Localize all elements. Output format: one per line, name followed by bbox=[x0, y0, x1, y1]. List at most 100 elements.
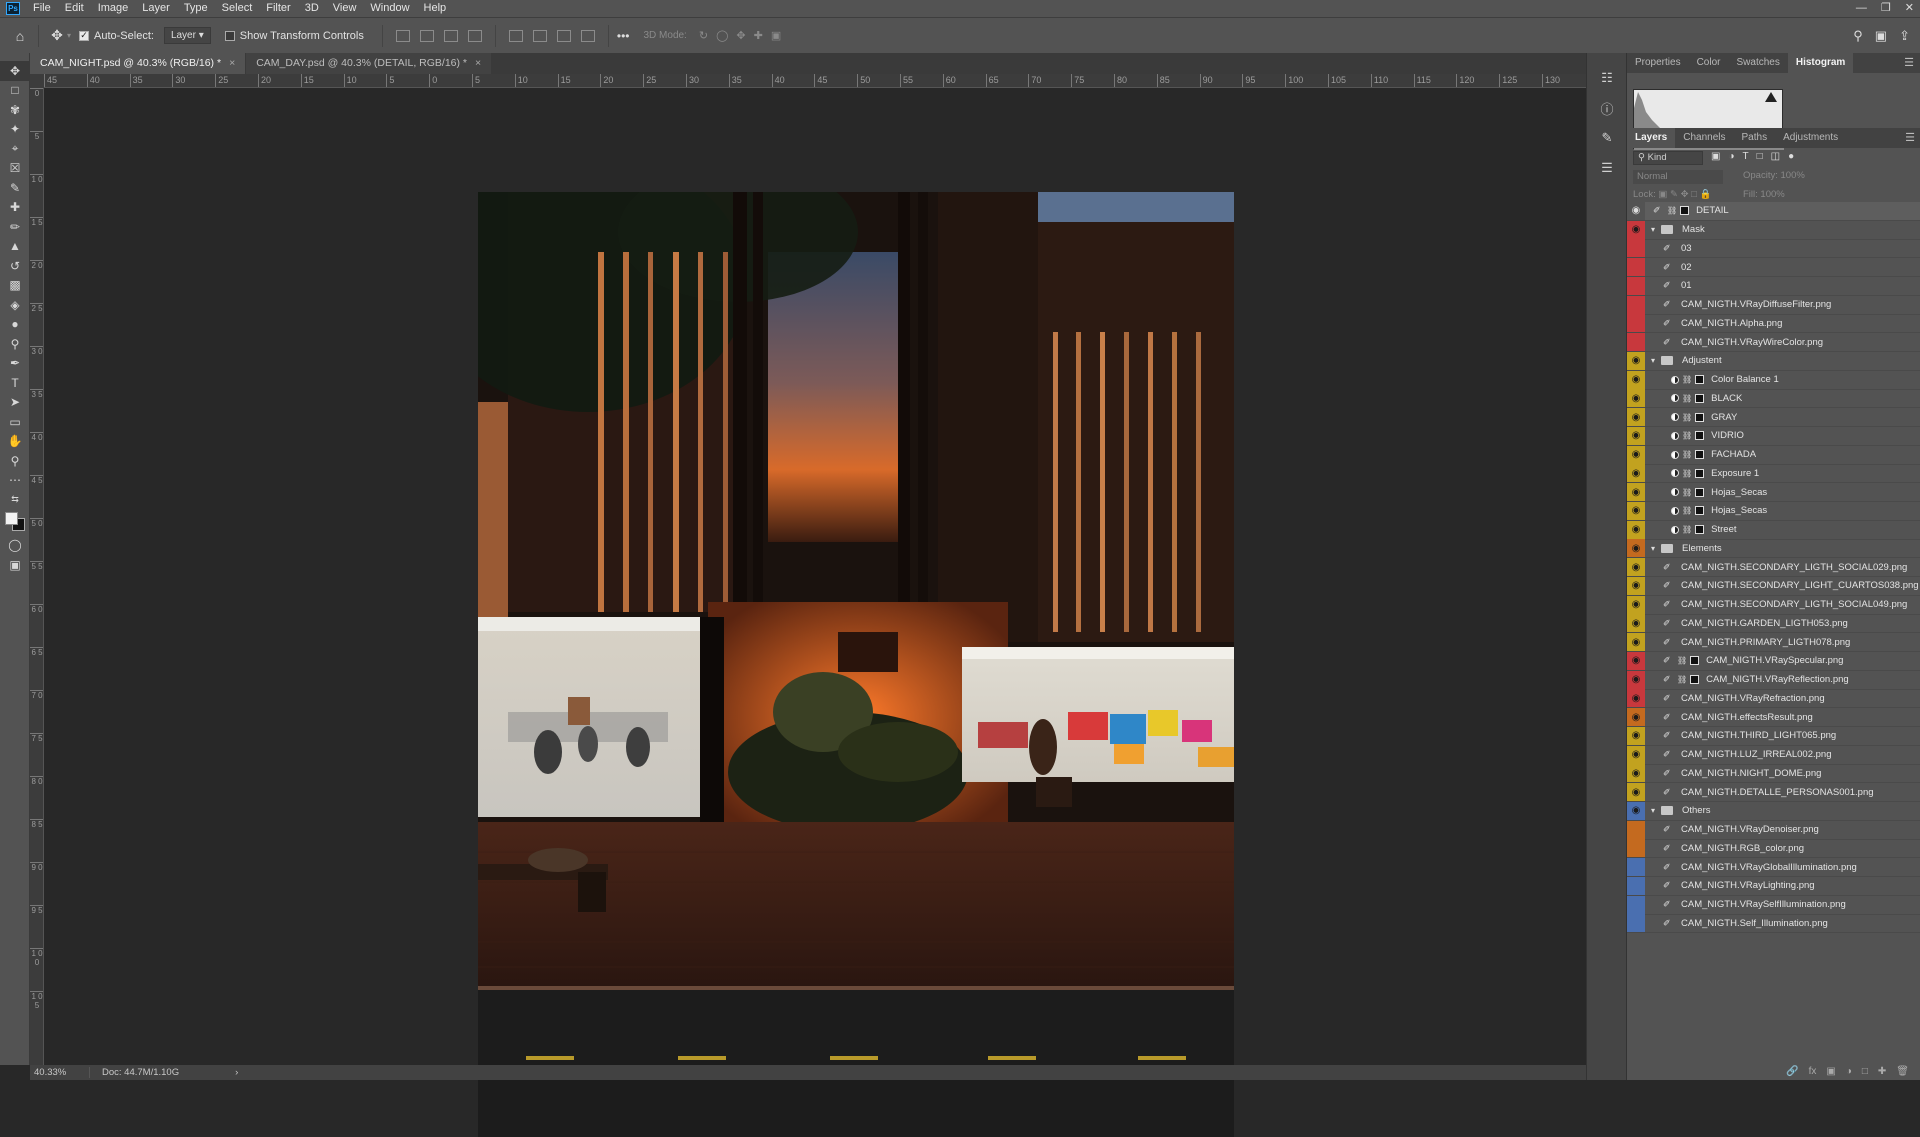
delete-layer-icon[interactable]: 🗑 bbox=[1896, 1066, 1909, 1077]
layer-row[interactable]: ✐ CAM_NIGTH.Alpha.png bbox=[1627, 314, 1920, 334]
eye-visible-icon[interactable]: ◉ bbox=[1627, 370, 1645, 389]
layer-group-row[interactable]: ◉ ▾ Elements bbox=[1627, 539, 1920, 559]
zoom-level[interactable]: 40.33% bbox=[30, 1067, 90, 1078]
magic-wand-icon[interactable]: ✦ bbox=[0, 120, 30, 140]
tab-histogram[interactable]: Histogram bbox=[1787, 53, 1854, 73]
show-transform-checkbox[interactable]: Show Transform Controls bbox=[224, 30, 364, 42]
eye-hidden-icon[interactable] bbox=[1627, 876, 1645, 895]
eye-visible-icon[interactable]: ◉ bbox=[1627, 670, 1645, 689]
quick-mask-icon[interactable]: ◯ bbox=[0, 536, 30, 556]
layer-row[interactable]: ◉ ⛓ Exposure 1 bbox=[1627, 464, 1920, 484]
layer-row[interactable]: ✐ CAM_NIGTH.VRayWireColor.png bbox=[1627, 333, 1920, 352]
canvas-area[interactable] bbox=[44, 88, 1586, 1137]
tab-swatches[interactable]: Swatches bbox=[1728, 53, 1787, 73]
type-filter-icon[interactable]: T bbox=[1743, 151, 1749, 162]
panel-menu-icon[interactable]: ☰ bbox=[1899, 128, 1920, 148]
history-brush-icon[interactable]: ↺ bbox=[0, 256, 30, 276]
chevron-down-icon[interactable]: ▾ bbox=[1651, 806, 1661, 815]
history-panel-icon[interactable]: ☷ bbox=[1587, 63, 1627, 93]
layer-mask-icon[interactable] bbox=[1695, 525, 1705, 535]
eye-visible-icon[interactable]: ◉ bbox=[1627, 633, 1645, 652]
restore-icon[interactable]: ❐ bbox=[1881, 0, 1891, 17]
3d-scale-icon[interactable]: ▣ bbox=[771, 29, 781, 42]
align-top-icon[interactable] bbox=[508, 29, 523, 42]
close-icon[interactable]: ✕ bbox=[1905, 0, 1914, 17]
share-icon[interactable]: ⇪ bbox=[1899, 28, 1910, 44]
eye-visible-icon[interactable]: ◉ bbox=[1627, 708, 1645, 727]
tab-color[interactable]: Color bbox=[1689, 53, 1729, 73]
path-select-icon[interactable]: ➤ bbox=[0, 393, 30, 413]
ruler-corner[interactable] bbox=[30, 74, 44, 88]
menu-view[interactable]: View bbox=[326, 0, 364, 17]
status-menu-icon[interactable]: › bbox=[235, 1067, 238, 1078]
layer-row[interactable]: ✐ CAM_NIGTH.VRayGlobalIllumination.png bbox=[1627, 858, 1920, 877]
brush-settings-icon[interactable]: ✎ bbox=[1587, 123, 1627, 153]
3d-roll-icon[interactable]: ◯ bbox=[716, 29, 728, 42]
layer-row[interactable]: ✐ 01 bbox=[1627, 276, 1920, 296]
shape-tool-icon[interactable]: ▭ bbox=[0, 412, 30, 432]
align-left-icon[interactable] bbox=[395, 29, 410, 42]
layer-row[interactable]: ✐ CAM_NIGTH.VRayDiffuseFilter.png bbox=[1627, 295, 1920, 315]
add-mask-icon[interactable]: ▣ bbox=[1826, 1066, 1835, 1077]
fill-control[interactable]: Fill: 100% bbox=[1743, 189, 1785, 200]
shape-filter-icon[interactable]: □ bbox=[1757, 151, 1763, 162]
layer-group-row[interactable]: ◉ ▾ Mask bbox=[1627, 220, 1920, 240]
eyedropper-icon[interactable]: ✎ bbox=[0, 178, 30, 198]
frame-tool-icon[interactable]: ☒ bbox=[0, 159, 30, 179]
eye-hidden-icon[interactable] bbox=[1627, 895, 1645, 914]
move-tool-icon[interactable]: ✥ bbox=[47, 26, 67, 46]
chain-link-icon[interactable]: ⛓ bbox=[1682, 525, 1692, 534]
eye-visible-icon[interactable]: ◉ bbox=[1627, 201, 1645, 220]
eye-hidden-icon[interactable] bbox=[1627, 820, 1645, 839]
chevron-down-icon[interactable]: ▾ bbox=[1651, 225, 1661, 234]
chain-link-icon[interactable]: ⛓ bbox=[1682, 506, 1692, 515]
smart-filter-icon[interactable]: ◫ bbox=[1771, 151, 1780, 162]
menu-edit[interactable]: Edit bbox=[58, 0, 91, 17]
eye-visible-icon[interactable]: ◉ bbox=[1627, 351, 1645, 370]
eye-visible-icon[interactable]: ◉ bbox=[1627, 539, 1645, 558]
chain-link-icon[interactable]: ⛓ bbox=[1682, 413, 1692, 422]
align-middle-icon[interactable] bbox=[532, 29, 547, 42]
layer-mask-icon[interactable] bbox=[1695, 487, 1705, 497]
info-panel-icon[interactable]: ⓘ bbox=[1587, 93, 1627, 123]
layer-row[interactable]: ◉ ✐ CAM_NIGTH.THIRD_LIGHT065.png bbox=[1627, 726, 1920, 746]
eye-hidden-icon[interactable] bbox=[1627, 858, 1645, 877]
eye-visible-icon[interactable]: ◉ bbox=[1627, 408, 1645, 427]
3d-pan-icon[interactable]: ✥ bbox=[736, 29, 745, 42]
eye-visible-icon[interactable]: ◉ bbox=[1627, 501, 1645, 520]
menu-help[interactable]: Help bbox=[417, 0, 454, 17]
layer-row[interactable]: ✐ 03 bbox=[1627, 239, 1920, 259]
layer-mask-icon[interactable] bbox=[1695, 375, 1705, 385]
align-right-icon[interactable] bbox=[443, 29, 458, 42]
layer-row[interactable]: ◉ ✐ CAM_NIGTH.SECONDARY_LIGTH_SOCIAL029.pn… bbox=[1627, 558, 1920, 577]
workspace-icon[interactable]: ▣ bbox=[1875, 28, 1887, 44]
align-center-icon[interactable] bbox=[419, 29, 434, 42]
tab-adjustments[interactable]: Adjustments bbox=[1775, 128, 1846, 148]
tab-cam-day[interactable]: CAM_DAY.psd @ 40.3% (DETAIL, RGB/16) * × bbox=[246, 53, 492, 74]
3d-slide-icon[interactable]: ✚ bbox=[754, 29, 763, 42]
layer-row[interactable]: ◉ ⛓ FACHADA bbox=[1627, 445, 1920, 465]
hand-tool-icon[interactable]: ✋ bbox=[0, 432, 30, 452]
layer-row[interactable]: ✐ CAM_NIGTH.Self_Illumination.png bbox=[1627, 914, 1920, 934]
link-layers-icon[interactable]: 🔗 bbox=[1786, 1066, 1798, 1077]
layer-row[interactable]: ✐ CAM_NIGTH.VRayLighting.png bbox=[1627, 876, 1920, 896]
layer-row[interactable]: ◉ ✐ CAM_NIGTH.SECONDARY_LIGHT_CUARTOS038.p… bbox=[1627, 576, 1920, 596]
layer-row[interactable]: ◉ ✐ CAM_NIGTH.GARDEN_LIGTH053.png bbox=[1627, 614, 1920, 634]
layer-mask-icon[interactable] bbox=[1695, 431, 1705, 441]
layer-row[interactable]: ◉ ⛓ Hojas_Secas bbox=[1627, 501, 1920, 521]
home-icon[interactable]: ⌂ bbox=[10, 26, 30, 46]
eye-hidden-icon[interactable] bbox=[1627, 839, 1645, 858]
eye-visible-icon[interactable]: ◉ bbox=[1627, 483, 1645, 502]
layer-row[interactable]: ◉ ✐ CAM_NIGTH.LUZ_IRREAL002.png bbox=[1627, 745, 1920, 765]
foreground-color-swatch[interactable] bbox=[5, 511, 18, 525]
layer-row[interactable]: ◉ ✐ CAM_NIGTH.NIGHT_DOME.png bbox=[1627, 764, 1920, 784]
new-group-icon[interactable]: □ bbox=[1862, 1066, 1868, 1077]
chain-link-icon[interactable]: ⛓ bbox=[1682, 488, 1692, 497]
pen-tool-icon[interactable]: ✒ bbox=[0, 354, 30, 374]
layer-row[interactable]: ◉ ✐ CAM_NIGTH.effectsResult.png bbox=[1627, 708, 1920, 727]
dodge-tool-icon[interactable]: ⚲ bbox=[0, 334, 30, 354]
menu-filter[interactable]: Filter bbox=[259, 0, 297, 17]
layer-row[interactable]: ◉ ✐ ⛓ CAM_NIGTH.VRaySpecular.png bbox=[1627, 651, 1920, 671]
brush-tool-icon[interactable]: ✏ bbox=[0, 217, 30, 237]
layer-row[interactable]: ✐ CAM_NIGTH.VRayDenoiser.png bbox=[1627, 820, 1920, 840]
